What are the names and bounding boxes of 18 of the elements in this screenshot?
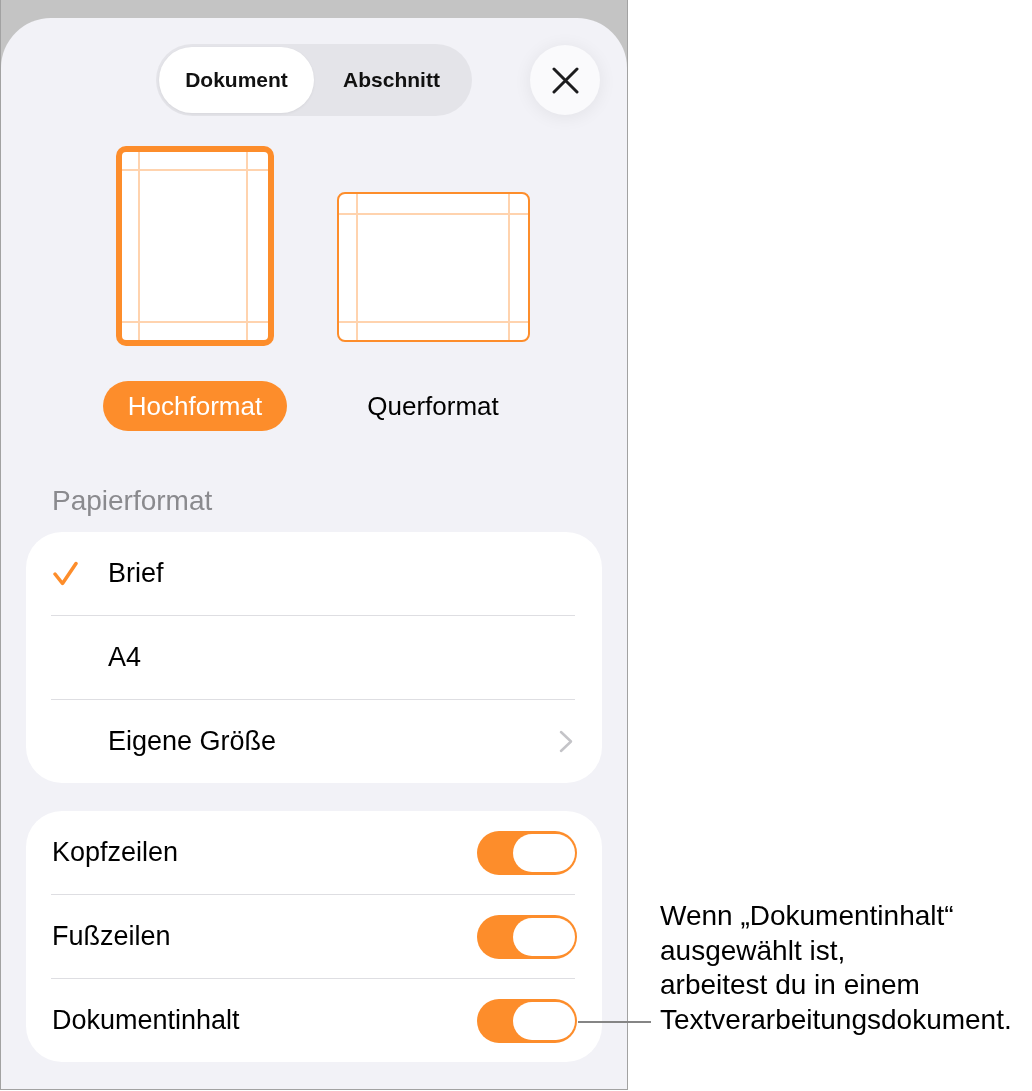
toggle-switch[interactable] — [477, 998, 577, 1043]
toggle-label: Kopfzeilen — [52, 837, 179, 868]
callout-text: Wenn „Dokumentinhalt“ ausgewählt ist, arbeitest du in einem Textverarbeitungsdokument. — [660, 899, 1013, 1038]
toggle-label: Fußzeilen — [52, 921, 171, 952]
landscape-page-icon[interactable] — [336, 192, 530, 342]
segment-tab[interactable]: Abschnitt — [314, 47, 469, 113]
portrait-page-icon[interactable] — [116, 146, 274, 346]
chevron-right-icon — [559, 730, 573, 753]
orientation-option[interactable]: Querformat — [342, 381, 524, 431]
close-icon — [551, 66, 579, 94]
toggle-label: Dokumentinhalt — [52, 1005, 240, 1036]
segment-tab[interactable]: Dokument — [159, 47, 314, 113]
paper-size-option[interactable]: A4 — [26, 616, 602, 699]
paper-size-option[interactable]: Eigene Größe — [26, 700, 602, 783]
section-heading: Papierformat — [52, 484, 213, 518]
toggle-switch[interactable] — [477, 830, 577, 875]
paper-size-option[interactable]: Brief — [26, 532, 602, 615]
toggle-switch[interactable] — [477, 914, 577, 959]
